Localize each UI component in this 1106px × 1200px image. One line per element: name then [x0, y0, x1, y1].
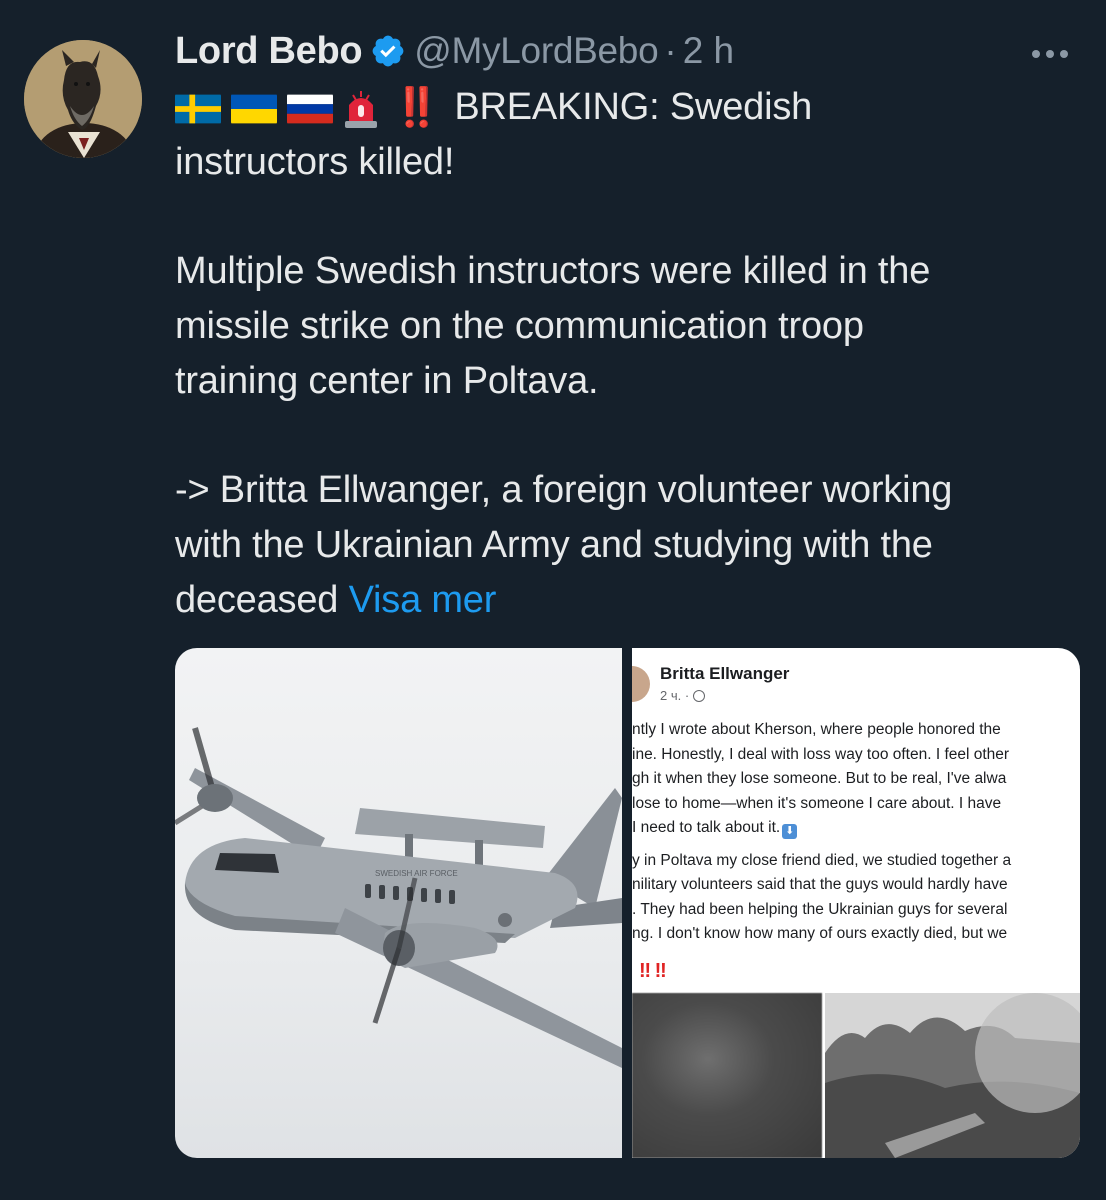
tweet-para3-line3: deceased Visa mer — [175, 573, 1080, 628]
fb-author-avatar — [632, 666, 650, 702]
separator-dot: · — [664, 30, 677, 71]
tweet-timestamp[interactable]: 2 h — [683, 30, 734, 72]
fb-line: ine. Honestly, I deal with loss way too … — [632, 745, 1010, 763]
show-more-link[interactable]: Visa mer — [349, 579, 497, 621]
facebook-post-screenshot[interactable]: Britta Ellwanger 2 ч. · ntly I wrote abo… — [632, 648, 1080, 1158]
globe-icon — [693, 689, 706, 702]
russia-flag-icon — [287, 93, 333, 125]
tweet-header: Lord Bebo @MyLordBebo · 2 h — [175, 26, 1086, 76]
media-divider — [622, 648, 632, 1158]
tweet-para3-line1: -> Britta Ellwanger, a foreign volunteer… — [175, 469, 953, 511]
verified-badge-icon — [370, 33, 406, 69]
breaking-text: BREAKING: Swedish — [454, 86, 813, 128]
fb-line-with-icon: I need to talk about it. ⬇ — [632, 816, 1080, 841]
dog-in-suit-avatar-icon — [24, 40, 142, 158]
double-exclamation-emoji-icon: ‼️ — [393, 87, 440, 130]
tweet-media: SWEDISH AIR FORCE Britta Ellwanger 2 ч. … — [175, 648, 1080, 1158]
author-avatar[interactable] — [24, 40, 142, 158]
tweet-para3-line2: with the Ukrainian Army and studying wit… — [175, 524, 933, 566]
author-handle[interactable]: @MyLordBebo — [414, 30, 658, 72]
fb-line: ntly I wrote about Kherson, where people… — [632, 721, 1001, 738]
author-display-name[interactable]: Lord Bebo — [175, 30, 363, 73]
down-arrow-icon: ⬇ — [782, 824, 798, 839]
fb-exclamation-icon: ‼ ‼ — [639, 960, 667, 982]
siren-emoji-icon — [343, 89, 379, 129]
tweet-para2-line3: training center in Poltava. — [175, 360, 599, 402]
fb-paragraph-gap — [632, 841, 1080, 849]
tweet-para2-line2: missile strike on the communication troo… — [175, 305, 864, 347]
fb-line: . They had been helping the Ukrainian gu… — [632, 900, 1008, 918]
fb-photo-grid — [632, 993, 1080, 1158]
tweet: Lord Bebo @MyLordBebo · 2 h ‼️ BREAKING:… — [0, 0, 1106, 1200]
aircraft-marking: SWEDISH AIR FORCE — [375, 869, 458, 878]
aircraft-photo[interactable]: SWEDISH AIR FORCE — [175, 648, 622, 1158]
tweet-text: ‼️ BREAKING: Swedish instructors killed!… — [175, 80, 1080, 628]
fb-line: lose to home—when it's someone I care ab… — [632, 794, 1002, 812]
ukraine-flag-icon — [231, 93, 277, 125]
fb-post-meta: 2 ч. · — [660, 688, 706, 703]
fb-line: ng. I don't know how many of ours exactl… — [632, 925, 1008, 942]
more-options-icon[interactable] — [1020, 34, 1080, 74]
fb-line: y in Poltava my close friend died, we st… — [632, 851, 1012, 869]
blurred-photo-1 — [632, 993, 822, 1158]
fb-line: nilitary volunteers said that the guys w… — [632, 876, 1008, 893]
emoji-prefix: ‼️ — [175, 81, 454, 136]
deceased-text: deceased — [175, 579, 339, 621]
fb-post-text: ntly I wrote about Kherson, where people… — [632, 718, 1080, 947]
sweden-flag-icon — [175, 93, 221, 125]
swedish-air-force-aircraft-image: SWEDISH AIR FORCE — [175, 727, 622, 1068]
tweet-line-2: instructors killed! — [175, 141, 455, 183]
fb-line: gh it when they lose someone. But to be … — [632, 770, 1007, 787]
trees-landscape-image — [825, 993, 1080, 1158]
fb-line: I need to talk about it. — [632, 819, 781, 836]
fb-post-time: 2 ч. · — [660, 688, 690, 703]
blurred-photo-2 — [825, 993, 1080, 1158]
fb-author-name: Britta Ellwanger — [660, 664, 790, 683]
tweet-para2-line1: Multiple Swedish instructors were killed… — [175, 250, 931, 292]
tweet-line-1: ‼️ BREAKING: Swedish — [175, 80, 1080, 135]
